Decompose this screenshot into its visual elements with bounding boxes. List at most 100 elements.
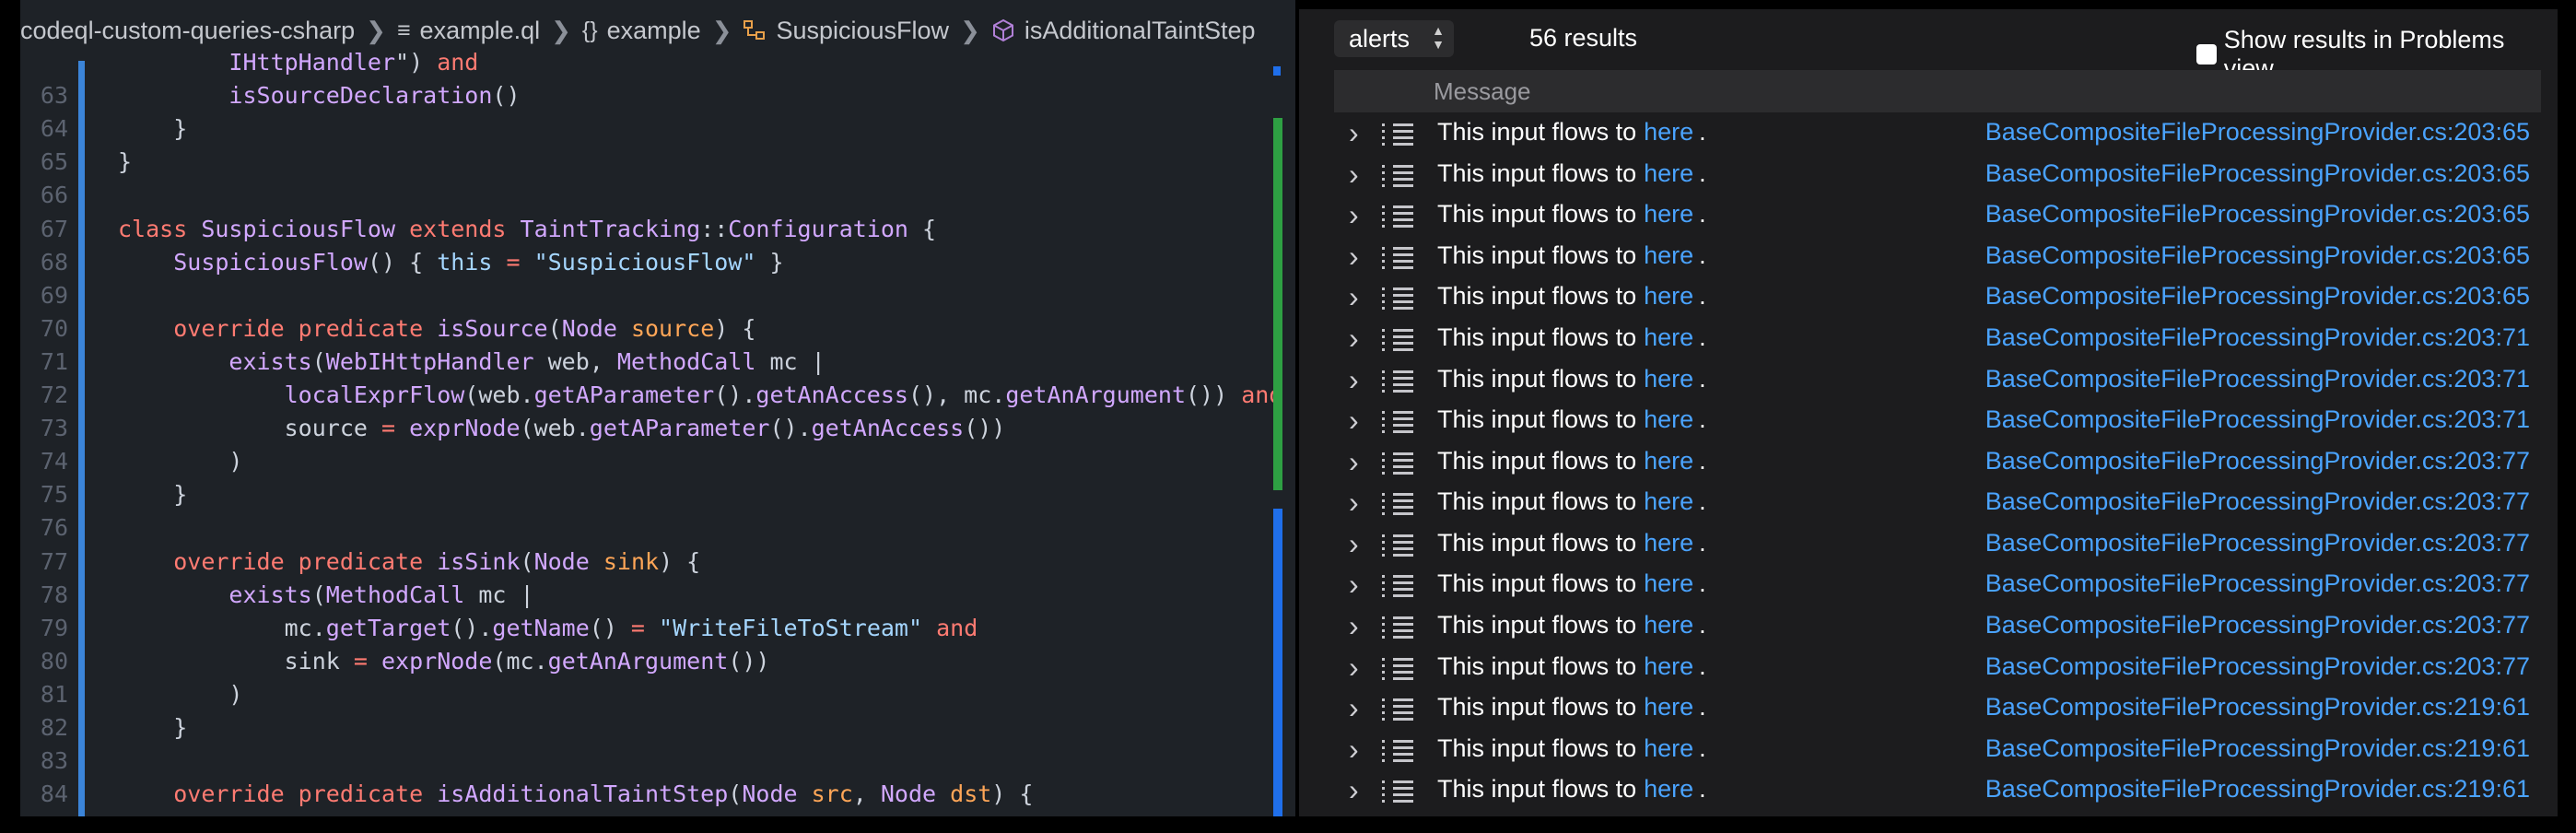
code-line[interactable]: 83 bbox=[20, 745, 1295, 778]
chevron-right-icon[interactable]: › bbox=[1349, 322, 1359, 356]
breadcrumb-item-module[interactable]: {} example bbox=[582, 17, 701, 45]
sink-link[interactable]: here bbox=[1644, 447, 1693, 475]
result-row[interactable]: › This input flows to here. BaseCompositeFi… bbox=[1299, 647, 2558, 688]
chevron-right-icon[interactable]: › bbox=[1349, 773, 1359, 807]
chevron-right-icon[interactable]: › bbox=[1349, 651, 1359, 685]
result-location-link[interactable]: BaseCompositeFileProcessingProvider.cs:2… bbox=[1985, 118, 2530, 147]
result-row[interactable]: › This input flows to here. BaseCompositeFi… bbox=[1299, 154, 2558, 195]
result-location-link[interactable]: BaseCompositeFileProcessingProvider.cs:2… bbox=[1985, 447, 2530, 475]
code-line[interactable]: 71 exists(WebIHttpHandler web, MethodCal… bbox=[20, 346, 1295, 379]
sink-link[interactable]: here bbox=[1644, 693, 1693, 721]
result-row[interactable]: › This input flows to here. BaseCompositeFi… bbox=[1299, 359, 2558, 401]
result-row[interactable]: › This input flows to here. BaseCompositeFi… bbox=[1299, 318, 2558, 359]
code-line[interactable]: 65} bbox=[20, 146, 1295, 179]
list-icon[interactable] bbox=[1382, 246, 1413, 273]
sink-link[interactable]: here bbox=[1644, 282, 1693, 310]
list-icon[interactable] bbox=[1382, 205, 1413, 231]
chevron-right-icon[interactable]: › bbox=[1349, 691, 1359, 725]
sink-link[interactable]: here bbox=[1644, 734, 1693, 762]
breadcrumb-item-class[interactable]: SuspiciousFlow bbox=[743, 17, 949, 45]
result-set-select[interactable]: alerts ▲ ▼ bbox=[1334, 20, 1454, 57]
result-location-link[interactable]: BaseCompositeFileProcessingProvider.cs:2… bbox=[1985, 282, 2530, 311]
result-location-link[interactable]: BaseCompositeFileProcessingProvider.cs:2… bbox=[1985, 487, 2530, 516]
result-row[interactable]: › This input flows to here. BaseCompositeFi… bbox=[1299, 400, 2558, 441]
list-icon[interactable] bbox=[1382, 534, 1413, 560]
result-row[interactable]: › This input flows to here. BaseCompositeFi… bbox=[1299, 605, 2558, 647]
result-row[interactable]: › This input flows to here. BaseCompositeFi… bbox=[1299, 194, 2558, 236]
sink-link[interactable]: here bbox=[1644, 487, 1693, 515]
sink-link[interactable]: here bbox=[1644, 200, 1693, 228]
result-row[interactable]: › This input flows to here. BaseCompositeFi… bbox=[1299, 441, 2558, 483]
code-line[interactable]: 79 mc.getTarget().getName() = "WriteFile… bbox=[20, 612, 1295, 645]
code-line[interactable]: 84 override predicate isAdditionalTaintS… bbox=[20, 778, 1295, 811]
list-icon[interactable] bbox=[1382, 698, 1413, 724]
list-icon[interactable] bbox=[1382, 575, 1413, 601]
result-location-link[interactable]: BaseCompositeFileProcessingProvider.cs:2… bbox=[1985, 405, 2530, 434]
result-row[interactable]: › This input flows to here. BaseCompositeFi… bbox=[1299, 687, 2558, 729]
result-row[interactable]: › This input flows to here. BaseCompositeFi… bbox=[1299, 236, 2558, 277]
result-row[interactable]: › This input flows to here. BaseCompositeFi… bbox=[1299, 276, 2558, 318]
result-location-link[interactable]: BaseCompositeFileProcessingProvider.cs:2… bbox=[1985, 734, 2530, 763]
breadcrumb-item-method[interactable]: isAdditionalTaintStep bbox=[991, 17, 1256, 45]
chevron-right-icon[interactable]: › bbox=[1349, 527, 1359, 561]
code-line[interactable]: 68 SuspiciousFlow() { this = "Suspicious… bbox=[20, 246, 1295, 279]
result-location-link[interactable]: BaseCompositeFileProcessingProvider.cs:2… bbox=[1985, 611, 2530, 639]
chevron-right-icon[interactable]: › bbox=[1349, 445, 1359, 479]
sink-link[interactable]: here bbox=[1644, 159, 1693, 187]
sink-link[interactable]: here bbox=[1644, 405, 1693, 433]
list-icon[interactable] bbox=[1382, 370, 1413, 396]
sink-link[interactable]: here bbox=[1644, 569, 1693, 597]
result-location-link[interactable]: BaseCompositeFileProcessingProvider.cs:2… bbox=[1985, 529, 2530, 557]
list-icon[interactable] bbox=[1382, 164, 1413, 191]
code-line[interactable]: 66 bbox=[20, 179, 1295, 212]
code-line[interactable]: 67 class SuspiciousFlow extends TaintTrac… bbox=[20, 213, 1295, 246]
result-location-link[interactable]: BaseCompositeFileProcessingProvider.cs:2… bbox=[1985, 323, 2530, 352]
result-row[interactable]: › This input flows to here. BaseCompositeFi… bbox=[1299, 769, 2558, 811]
code-line[interactable]: 73 source = exprNode(web.getAParameter()… bbox=[20, 412, 1295, 445]
chevron-right-icon[interactable]: › bbox=[1349, 116, 1359, 150]
list-icon[interactable] bbox=[1382, 123, 1413, 149]
result-location-link[interactable]: BaseCompositeFileProcessingProvider.cs:2… bbox=[1985, 200, 2530, 229]
result-location-link[interactable]: BaseCompositeFileProcessingProvider.cs:2… bbox=[1985, 775, 2530, 804]
chevron-right-icon[interactable]: › bbox=[1349, 609, 1359, 643]
chevron-right-icon[interactable]: › bbox=[1349, 486, 1359, 520]
chevron-right-icon[interactable]: › bbox=[1349, 240, 1359, 274]
result-row[interactable]: › This input flows to here. BaseCompositeFi… bbox=[1299, 112, 2558, 154]
result-location-link[interactable]: BaseCompositeFileProcessingProvider.cs:2… bbox=[1985, 365, 2530, 393]
sink-link[interactable]: here bbox=[1644, 611, 1693, 639]
code-editor[interactable]: codeql-custom-queries-csharp ❯ ≡ example.… bbox=[20, 0, 1295, 816]
result-location-link[interactable]: BaseCompositeFileProcessingProvider.cs:2… bbox=[1985, 693, 2530, 722]
code-line[interactable]: 63 isSourceDeclaration() bbox=[20, 79, 1295, 112]
result-location-link[interactable]: BaseCompositeFileProcessingProvider.cs:2… bbox=[1985, 241, 2530, 270]
chevron-right-icon[interactable]: › bbox=[1349, 733, 1359, 767]
chevron-right-icon[interactable]: › bbox=[1349, 198, 1359, 232]
sink-link[interactable]: here bbox=[1644, 241, 1693, 269]
result-row[interactable]: › This input flows to here. BaseCompositeFi… bbox=[1299, 564, 2558, 605]
code-line[interactable]: 76 bbox=[20, 511, 1295, 545]
sink-link[interactable]: here bbox=[1644, 775, 1693, 803]
code-line[interactable]: 81 ) bbox=[20, 678, 1295, 711]
checkbox-box[interactable] bbox=[2196, 44, 2217, 65]
list-icon[interactable] bbox=[1382, 657, 1413, 684]
sink-link[interactable]: here bbox=[1644, 529, 1693, 557]
list-icon[interactable] bbox=[1382, 452, 1413, 478]
result-location-link[interactable]: BaseCompositeFileProcessingProvider.cs:2… bbox=[1985, 159, 2530, 188]
code-line[interactable]: 72 localExprFlow(web.getAParameter().get… bbox=[20, 379, 1295, 412]
chevron-right-icon[interactable]: › bbox=[1349, 404, 1359, 438]
code-line[interactable]: 64 } bbox=[20, 112, 1295, 146]
list-icon[interactable] bbox=[1382, 616, 1413, 642]
breadcrumb-item-file[interactable]: ≡ example.ql bbox=[397, 17, 540, 45]
code-line[interactable]: IHttpHandler") and bbox=[20, 46, 1295, 79]
chevron-right-icon[interactable]: › bbox=[1349, 158, 1359, 192]
list-icon[interactable] bbox=[1382, 411, 1413, 437]
sink-link[interactable]: here bbox=[1644, 323, 1693, 351]
result-location-link[interactable]: BaseCompositeFileProcessingProvider.cs:2… bbox=[1985, 569, 2530, 598]
code-line[interactable]: 70 override predicate isSource(Node sour… bbox=[20, 312, 1295, 346]
sink-link[interactable]: here bbox=[1644, 118, 1693, 146]
code-line[interactable]: 78 exists(MethodCall mc | bbox=[20, 579, 1295, 612]
code-line[interactable]: 74 ) bbox=[20, 445, 1295, 478]
chevron-right-icon[interactable]: › bbox=[1349, 280, 1359, 314]
list-icon[interactable] bbox=[1382, 780, 1413, 806]
list-icon[interactable] bbox=[1382, 287, 1413, 313]
chevron-right-icon[interactable]: › bbox=[1349, 568, 1359, 602]
